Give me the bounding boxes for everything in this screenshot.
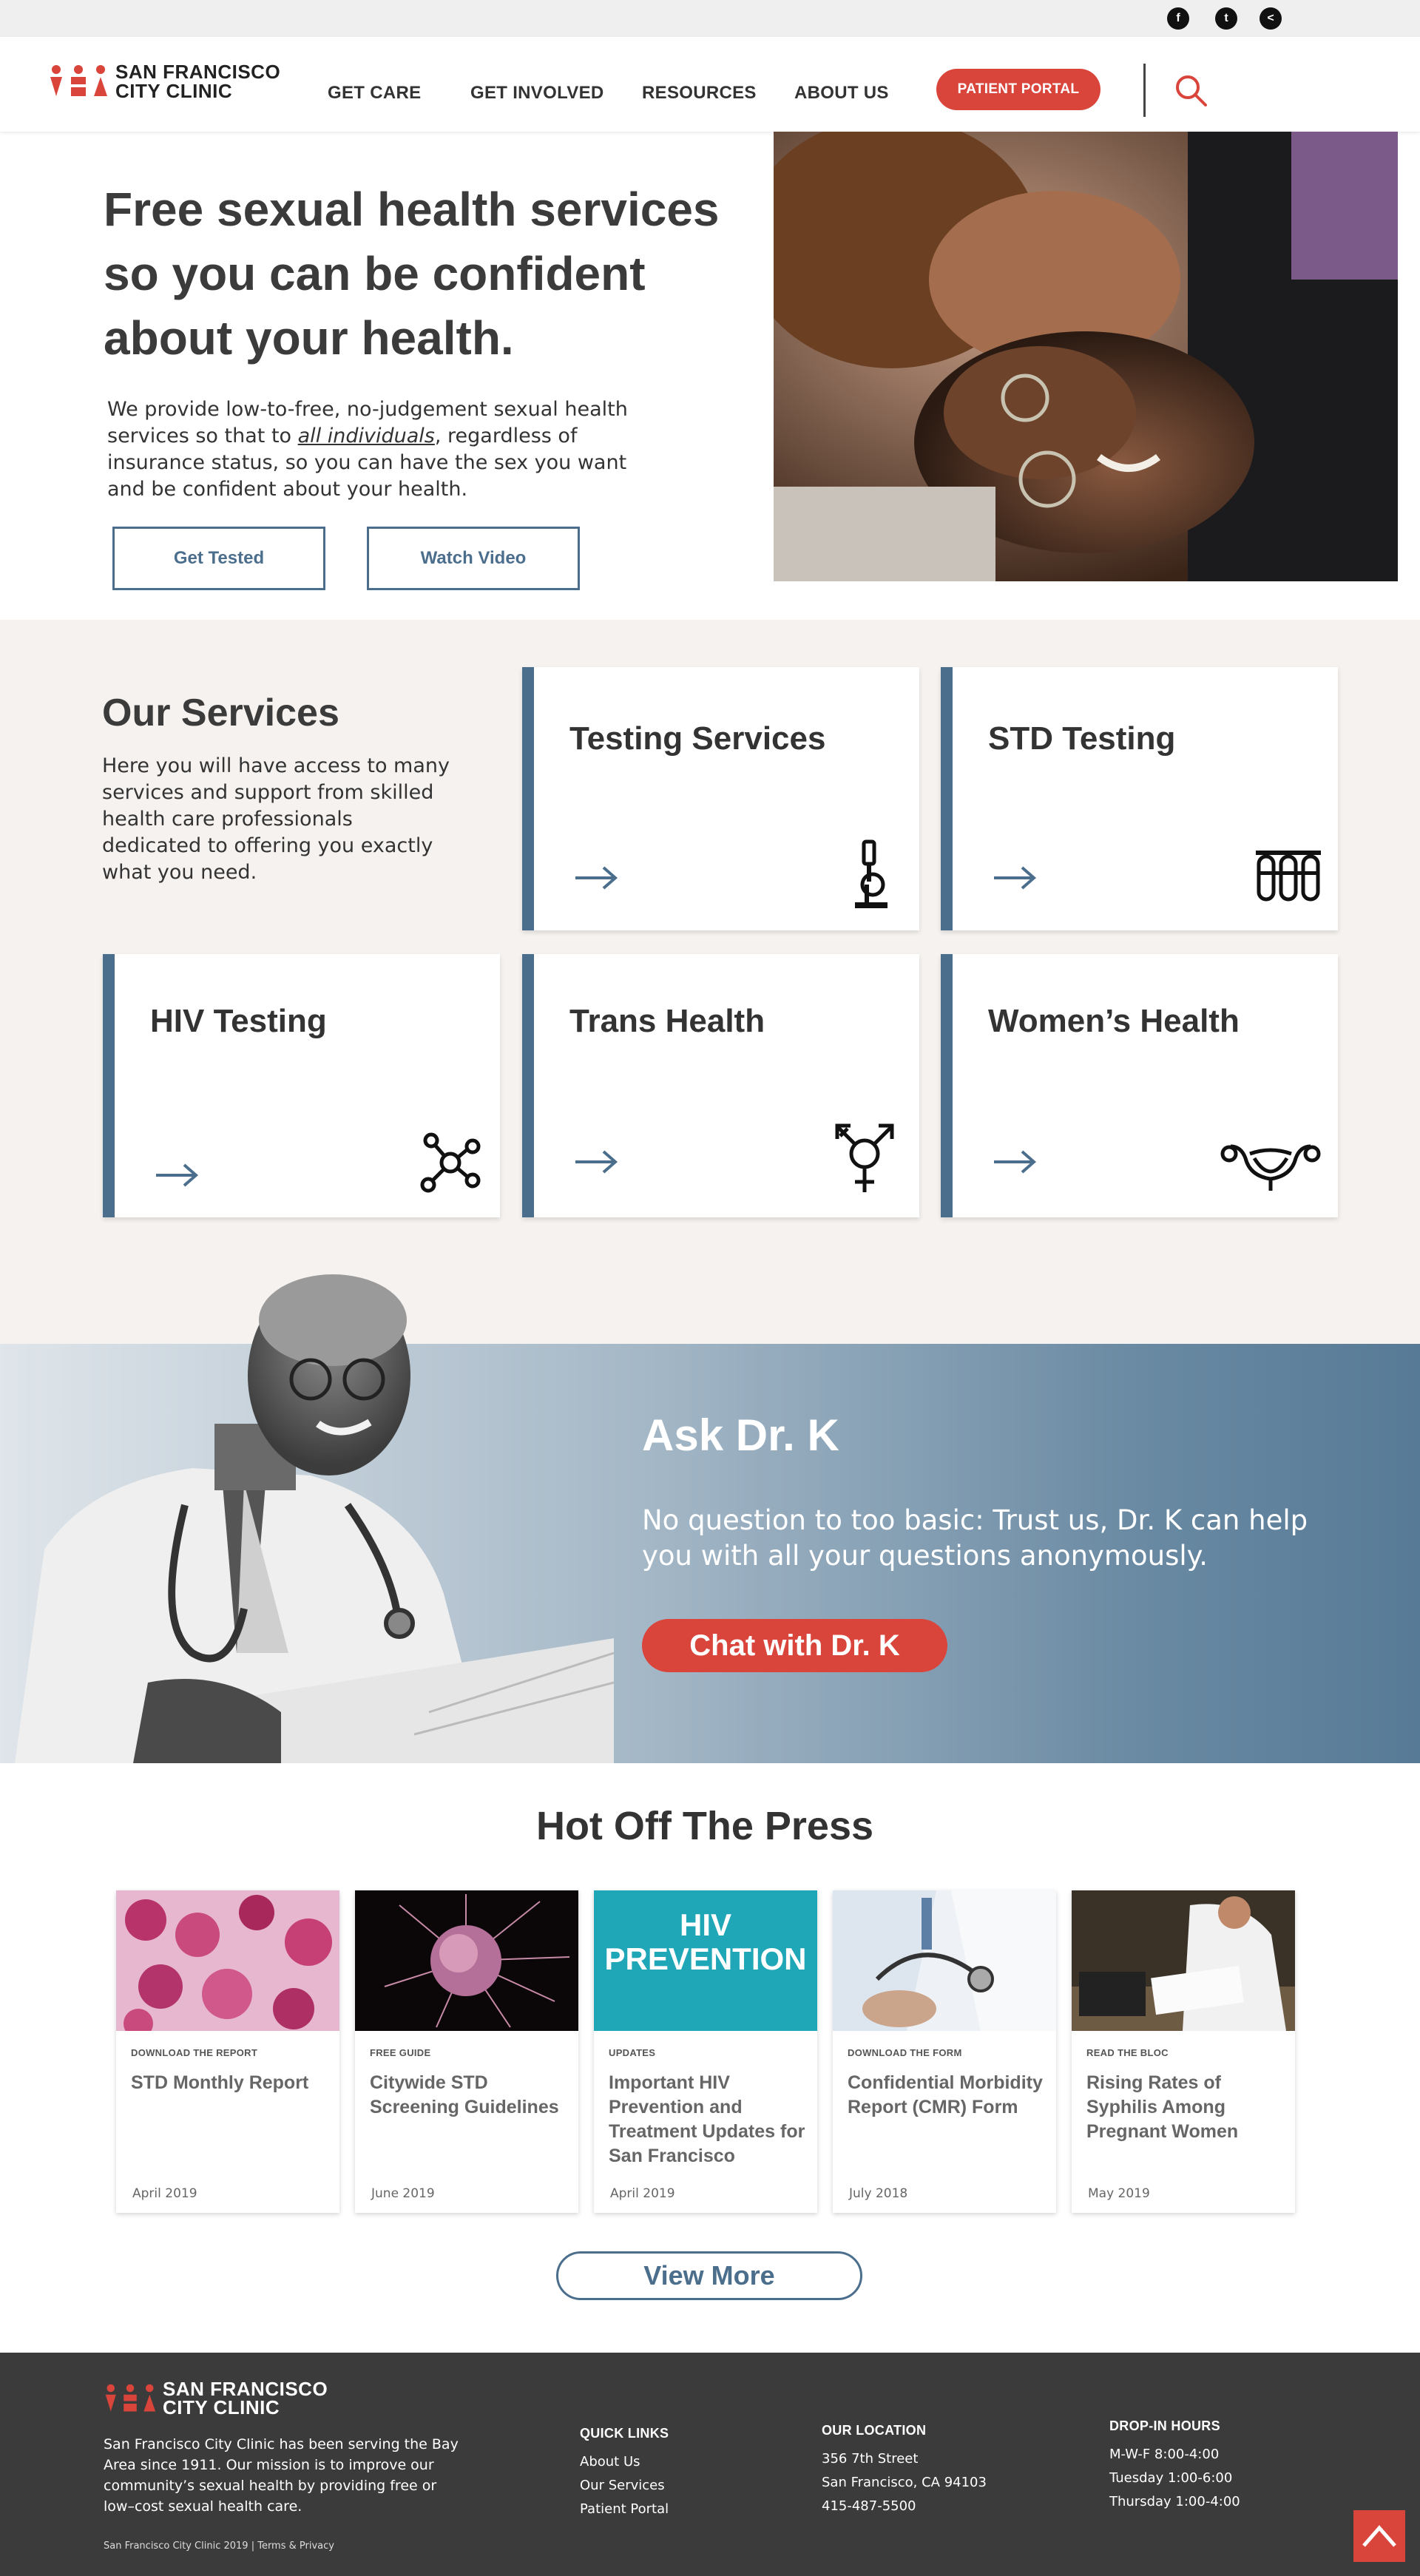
hero-title: Free sexual health services so you can b… xyxy=(104,183,720,365)
service-card-title: Trans Health xyxy=(569,1003,765,1039)
share-icon[interactable]: < xyxy=(1260,7,1282,30)
location-title: OUR LOCATION xyxy=(822,2423,927,2438)
press-kicker: DOWNLOAD THE REPORT xyxy=(131,2047,258,2058)
footer-logo-line-2: CITY CLINIC xyxy=(163,2396,280,2418)
search-icon[interactable] xyxy=(1173,72,1208,108)
press-date: April 2019 xyxy=(610,2186,675,2201)
hours-title: DROP-IN HOURS xyxy=(1109,2418,1220,2433)
clinic-logo-icon[interactable] xyxy=(49,64,108,99)
press-section-title: Hot Off The Press xyxy=(535,1804,874,1848)
press-image-virus xyxy=(355,1890,578,2031)
arrow-right-icon xyxy=(994,1150,1037,1174)
patient-portal-button[interactable]: PATIENT PORTAL xyxy=(936,69,1100,110)
service-card-title: Women’s Health xyxy=(988,1003,1240,1039)
facebook-icon[interactable]: f xyxy=(1167,7,1189,30)
arrow-right-icon xyxy=(575,1150,618,1174)
footer-logo-icon[interactable] xyxy=(104,2383,156,2414)
press-card-hiv-prevention[interactable]: HIV PREVENTION UPDATES Important HIV Pre… xyxy=(594,1890,817,2213)
press-image-cells xyxy=(116,1890,339,2031)
arrow-right-icon xyxy=(156,1163,199,1187)
get-tested-button[interactable]: Get Tested xyxy=(112,527,325,590)
transgender-symbol-icon xyxy=(835,1123,894,1192)
press-kicker: DOWNLOAD THE FORM xyxy=(848,2047,962,2058)
service-card-hiv-testing[interactable]: HIV Testing xyxy=(103,954,500,1217)
nav-resources[interactable]: RESOURCES xyxy=(642,83,757,104)
nav-get-care[interactable]: GET CARE xyxy=(328,83,421,104)
footer-link-about-us[interactable]: About Us xyxy=(580,2454,640,2469)
back-to-top-button[interactable] xyxy=(1353,2510,1405,2562)
press-kicker: FREE GUIDE xyxy=(370,2047,431,2058)
logo-text[interactable]: SAN FRANCISCO CITY CLINIC xyxy=(115,62,280,101)
location-street: 356 7th Street xyxy=(822,2451,919,2467)
press-title[interactable]: Citywide STD Screening Guidelines xyxy=(370,2071,569,2120)
location-city: San Francisco, CA 94103 xyxy=(822,2475,987,2490)
logo-line-2: CITY CLINIC xyxy=(115,80,233,102)
footer-link-patient-portal[interactable]: Patient Portal xyxy=(580,2501,669,2517)
arrow-right-icon xyxy=(994,866,1037,890)
hero-text-emphasis: all individuals xyxy=(297,425,435,447)
uterus-icon xyxy=(1220,1144,1321,1191)
nav-about-us[interactable]: ABOUT US xyxy=(794,83,889,104)
chat-with-dr-k-button[interactable]: Chat with Dr. K xyxy=(642,1619,947,1672)
press-date: May 2019 xyxy=(1088,2186,1150,2201)
footer-about: San Francisco City Clinic has been servi… xyxy=(104,2436,459,2515)
press-card-cmr-form[interactable]: DOWNLOAD THE FORM Confidential Morbidity… xyxy=(833,1890,1056,2213)
location-phone[interactable]: 415-487-5500 xyxy=(822,2498,916,2514)
footer-logo-text[interactable]: SAN FRANCISCO CITY CLINIC xyxy=(163,2379,328,2418)
service-card-std-testing[interactable]: STD Testing xyxy=(941,667,1338,930)
chevron-up-icon xyxy=(1362,2525,1396,2547)
press-image-stethoscope xyxy=(833,1890,1056,2031)
footer-copyright[interactable]: San Francisco City Clinic 2019 | Terms &… xyxy=(104,2540,334,2552)
microscope-icon xyxy=(855,839,888,908)
ask-description: No question to too basic: Trust us, Dr. … xyxy=(642,1504,1308,1572)
press-kicker: READ THE BLOC xyxy=(1086,2047,1169,2058)
press-image-hiv-prevention: HIV PREVENTION xyxy=(594,1890,817,2031)
footer-link-our-services[interactable]: Our Services xyxy=(580,2478,665,2493)
press-card-screening-guidelines[interactable]: FREE GUIDE Citywide STD Screening Guidel… xyxy=(355,1890,578,2213)
press-date: June 2019 xyxy=(371,2186,435,2201)
press-title[interactable]: Rising Rates of Syphilis Among Pregnant … xyxy=(1086,2071,1286,2144)
view-more-button[interactable]: View More xyxy=(556,2251,862,2300)
service-card-testing-services[interactable]: Testing Services xyxy=(522,667,919,930)
watch-video-button[interactable]: Watch Video xyxy=(367,527,580,590)
logo-line-1: SAN FRANCISCO xyxy=(115,61,281,83)
service-card-title: STD Testing xyxy=(988,720,1176,757)
press-card-std-report[interactable]: DOWNLOAD THE REPORT STD Monthly Report A… xyxy=(116,1890,339,2213)
press-card-syphilis-blog[interactable]: READ THE BLOC Rising Rates of Syphilis A… xyxy=(1072,1890,1295,2213)
press-image-doctor-writing xyxy=(1072,1890,1295,2031)
hero-description: We provide low-to-free, no-judgement sex… xyxy=(107,396,655,503)
press-title[interactable]: Important HIV Prevention and Treatment U… xyxy=(609,2071,808,2168)
services-title: Our Services xyxy=(102,692,339,734)
service-card-title: HIV Testing xyxy=(150,1003,327,1039)
ask-title: Ask Dr. K xyxy=(642,1410,839,1460)
hiv-prevention-graphic-text: HIV PREVENTION xyxy=(604,1907,807,1976)
press-title[interactable]: STD Monthly Report xyxy=(131,2071,331,2095)
test-tubes-icon xyxy=(1256,851,1321,902)
service-card-womens-health[interactable]: Women’s Health xyxy=(941,954,1338,1217)
nav-get-involved[interactable]: GET INVOLVED xyxy=(470,83,604,104)
doctor-photo xyxy=(0,1239,614,1763)
press-title[interactable]: Confidential Morbidity Report (CMR) Form xyxy=(848,2071,1047,2120)
press-date: July 2018 xyxy=(849,2186,908,2201)
molecule-icon xyxy=(420,1132,481,1193)
press-date: April 2019 xyxy=(132,2186,197,2201)
services-description: Here you will have access to many servic… xyxy=(102,754,450,884)
hours-thursday: Thursday 1:00-4:00 xyxy=(1109,2494,1240,2509)
press-kicker: UPDATES xyxy=(609,2047,656,2058)
service-card-trans-health[interactable]: Trans Health xyxy=(522,954,919,1217)
arrow-right-icon xyxy=(575,866,618,890)
top-utility-bar: f t < xyxy=(0,0,1420,37)
hours-tuesday: Tuesday 1:00-6:00 xyxy=(1109,2470,1233,2486)
header-divider xyxy=(1143,64,1146,117)
hero-couple-photo xyxy=(774,132,1398,581)
twitter-icon[interactable]: t xyxy=(1215,7,1237,30)
hours-mwf: M-W-F 8:00-4:00 xyxy=(1109,2447,1220,2462)
service-card-title: Testing Services xyxy=(569,720,826,757)
quick-links-title: QUICK LINKS xyxy=(580,2426,669,2441)
